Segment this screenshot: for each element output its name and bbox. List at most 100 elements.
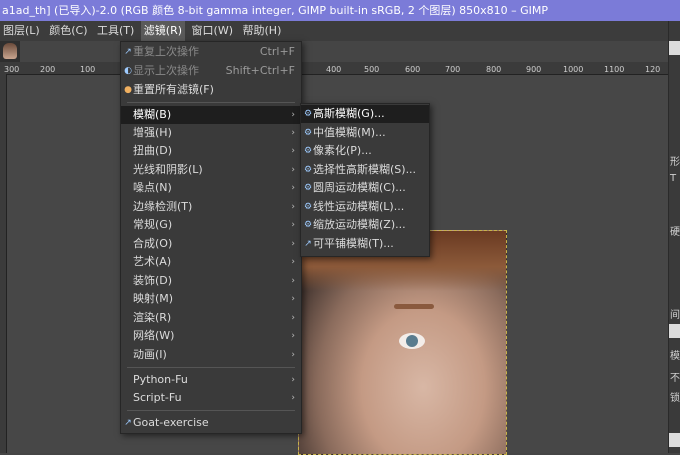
dock-tab[interactable] [669, 41, 680, 55]
submenu-item-pixelize[interactable]: ⚙ 像素化(P)... [301, 142, 429, 160]
dock-tab[interactable] [669, 433, 680, 447]
portrait-thumbnail [3, 43, 17, 59]
menu-item-repeat-last[interactable]: ↗ 重复上次操作 Ctrl+F [121, 43, 301, 61]
menu-item-map[interactable]: 映射(M) › [121, 290, 301, 308]
dock-tab[interactable] [669, 324, 680, 338]
gear-icon: ⚙ [304, 183, 313, 193]
chevron-right-icon: › [291, 146, 295, 156]
menu-item-goat-exercise[interactable]: ↗ Goat-exercise [121, 414, 301, 432]
chevron-right-icon: › [291, 220, 295, 230]
menu-item-light-shadow[interactable]: 光线和阴影(L) › [121, 161, 301, 179]
menu-item-reset-all-filters[interactable]: ● 重置所有滤镜(F) [121, 81, 301, 99]
dock-label: 硬 [670, 227, 680, 238]
ruler-tick: 120 [645, 65, 661, 74]
menu-bar: 图层(L) 颜色(C) 工具(T) 滤镜(R) 窗口(W) 帮助(H) [0, 21, 668, 41]
menu-item-script-fu[interactable]: Script-Fu › [121, 389, 301, 407]
chevron-right-icon: › [291, 276, 295, 286]
chevron-right-icon: › [291, 202, 295, 212]
menu-item-distorts[interactable]: 扭曲(D) › [121, 142, 301, 160]
menu-help[interactable]: 帮助(H) [240, 21, 285, 41]
menu-item-python-fu[interactable]: Python-Fu › [121, 371, 301, 389]
image-iris [406, 335, 418, 347]
menu-item-generic[interactable]: 常规(G) › [121, 216, 301, 234]
menu-layer[interactable]: 图层(L) [0, 21, 43, 41]
menu-tools[interactable]: 工具(T) [94, 21, 137, 41]
chevron-right-icon: › [291, 331, 295, 341]
image-eye [399, 333, 425, 349]
menu-separator [127, 367, 295, 368]
dock-label: 形 [670, 157, 680, 168]
image-eyebrow [394, 304, 434, 309]
chevron-right-icon: › [291, 128, 295, 138]
submenu-item-median-blur[interactable]: ⚙ 中值模糊(M)... [301, 124, 429, 142]
chevron-right-icon: › [291, 313, 295, 323]
window-title: a1ad_th] (已导入)-2.0 (RGB 颜色 8-bit gamma i… [2, 4, 549, 17]
ruler-tick: 900 [526, 65, 542, 74]
menu-item-noise[interactable]: 噪点(N) › [121, 179, 301, 197]
dock-label: 间 [670, 310, 680, 321]
menu-filters[interactable]: 滤镜(R) [140, 21, 186, 41]
ruler-tick: 200 [40, 65, 56, 74]
dock-label: T [670, 173, 677, 184]
filters-menu: ↗ 重复上次操作 Ctrl+F ◐ 显示上次操作 Shift+Ctrl+F ● … [120, 41, 302, 434]
ruler-tick: 100 [80, 65, 96, 74]
gear-icon: ⚙ [304, 109, 313, 119]
dock-label: 模 [670, 351, 680, 362]
menu-item-edge-detect[interactable]: 边缘检测(T) › [121, 198, 301, 216]
ruler-tick: 1000 [563, 65, 584, 74]
menu-item-render[interactable]: 渲染(R) › [121, 309, 301, 327]
gear-icon: ⚙ [304, 128, 313, 138]
chevron-right-icon: › [291, 239, 295, 249]
goat-icon: ↗ [124, 418, 132, 428]
gear-icon: ⚙ [304, 202, 313, 212]
menu-item-enhance[interactable]: 增强(H) › [121, 124, 301, 142]
submenu-item-circular-motion-blur[interactable]: ⚙ 圆周运动模糊(C)... [301, 179, 429, 197]
chevron-right-icon: › [291, 183, 295, 193]
menu-item-artistic[interactable]: 艺术(A) › [121, 253, 301, 271]
submenu-item-zoom-motion-blur[interactable]: ⚙ 缩放运动模糊(Z)... [301, 216, 429, 234]
chevron-right-icon: › [291, 393, 295, 403]
ruler-tick: 400 [326, 65, 342, 74]
ruler-tick: 800 [486, 65, 502, 74]
submenu-item-linear-motion-blur[interactable]: ⚙ 线性运动模糊(L)... [301, 198, 429, 216]
horizontal-ruler[interactable]: 300 200 100 0 100 200 300 400 500 600 70… [0, 62, 668, 75]
chevron-right-icon: › [291, 294, 295, 304]
menu-separator [127, 410, 295, 411]
blur-submenu: ⚙ 高斯模糊(G)... ⚙ 中值模糊(M)... ⚙ 像素化(P)... ⚙ … [300, 103, 430, 257]
chevron-right-icon: › [291, 257, 295, 267]
ruler-tick: 1100 [604, 65, 625, 74]
menu-item-reshow-last[interactable]: ◐ 显示上次操作 Shift+Ctrl+F [121, 62, 301, 80]
repeat-icon: ↗ [124, 47, 132, 57]
chevron-right-icon: › [291, 350, 295, 360]
reset-icon: ● [124, 85, 132, 95]
submenu-item-tileable-blur[interactable]: ↗ 可平铺模糊(T)... [301, 235, 429, 253]
menu-item-combine[interactable]: 合成(O) › [121, 235, 301, 253]
menu-windows[interactable]: 窗口(W) [189, 21, 236, 41]
menu-colors[interactable]: 颜色(C) [46, 21, 90, 41]
menu-item-web[interactable]: 网络(W) › [121, 327, 301, 345]
submenu-item-selective-gaussian-blur[interactable]: ⚙ 选择性高斯模糊(S)... [301, 161, 429, 179]
submenu-item-gaussian-blur[interactable]: ⚙ 高斯模糊(G)... [301, 105, 429, 123]
dock-label: 不 [670, 373, 680, 384]
right-dock-panel: 形 T 硬 间 模 不 锁 [668, 21, 680, 453]
gear-icon: ⚙ [304, 165, 313, 175]
menu-item-decor[interactable]: 装饰(D) › [121, 272, 301, 290]
chevron-right-icon: › [291, 165, 295, 175]
gear-icon: ⚙ [304, 220, 313, 230]
gear-icon: ⚙ [304, 146, 313, 156]
script-icon: ↗ [304, 239, 312, 249]
chevron-right-icon: › [291, 110, 295, 120]
menu-item-animation[interactable]: 动画(I) › [121, 346, 301, 364]
image-tab-thumbnail[interactable] [0, 41, 20, 62]
ruler-tick: 600 [405, 65, 421, 74]
menu-item-blur[interactable]: 模糊(B) › [121, 106, 301, 124]
menu-separator [127, 102, 295, 103]
reshow-icon: ◐ [124, 66, 132, 76]
window-title-bar: a1ad_th] (已导入)-2.0 (RGB 颜色 8-bit gamma i… [0, 0, 680, 21]
vertical-ruler[interactable] [0, 74, 7, 453]
ruler-tick: 700 [445, 65, 461, 74]
ruler-tick: 300 [4, 65, 20, 74]
canvas-image[interactable] [298, 230, 507, 455]
ruler-tick: 500 [364, 65, 380, 74]
dock-label: 锁 [670, 393, 680, 404]
